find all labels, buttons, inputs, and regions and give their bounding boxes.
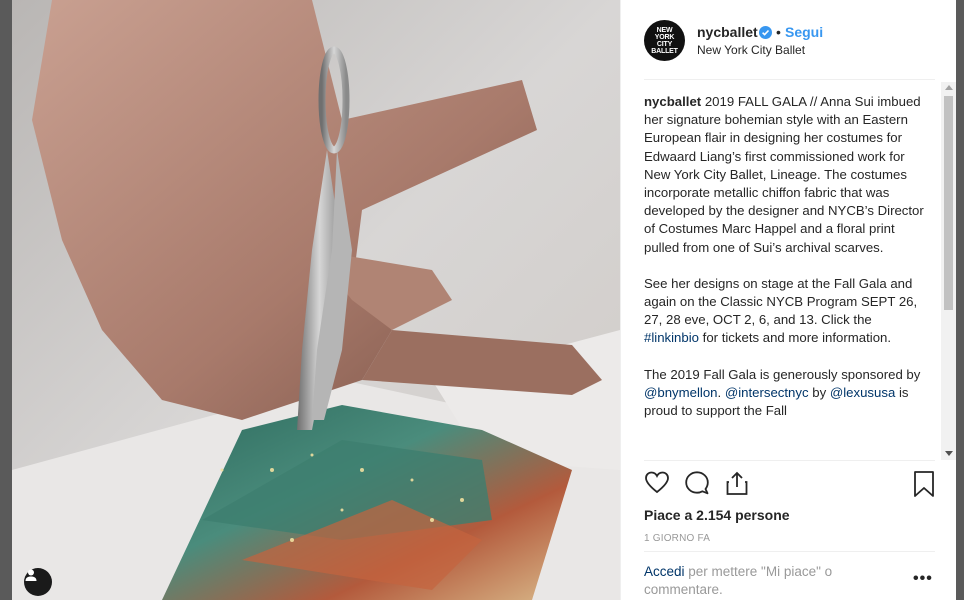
more-options-button[interactable]: •••: [913, 570, 933, 588]
mention-link[interactable]: @intersectnyc: [725, 385, 809, 400]
caption-text: 2019 FALL GALA // Anna Sui imbued her si…: [644, 94, 924, 255]
caption-text: for tickets and more information.: [699, 330, 892, 346]
avatar[interactable]: NEW YORK CITY BALLET: [644, 20, 685, 61]
caption: nycballet 2019 FALL GALA // Anna Sui imb…: [644, 93, 924, 420]
bookmark-icon[interactable]: [912, 470, 936, 503]
mention-link[interactable]: @lexususa: [830, 385, 895, 400]
overlay-backdrop[interactable]: [956, 0, 964, 600]
divider: [644, 551, 935, 552]
avatar-logo-text: NEW YORK CITY BALLET: [651, 26, 678, 55]
mention-link[interactable]: @bnymellon: [644, 385, 718, 400]
photo-scene: [12, 0, 620, 600]
scrollbar[interactable]: [941, 82, 956, 460]
verified-badge-icon: [759, 26, 772, 44]
divider: [644, 79, 935, 80]
share-icon[interactable]: [724, 470, 750, 501]
separator-dot: •: [776, 24, 781, 40]
post-header: NEW YORK CITY BALLET nycballet • Segui N…: [621, 0, 956, 80]
follow-button[interactable]: Segui: [785, 24, 823, 40]
caption-text: See her designs on stage at the Fall Gal…: [644, 275, 918, 328]
action-bar: [644, 470, 939, 502]
hashtag-link[interactable]: #linkinbio: [644, 330, 699, 345]
caption-text: by: [808, 384, 830, 400]
caption-username[interactable]: nycballet: [644, 94, 701, 109]
comment-icon[interactable]: [684, 470, 710, 501]
scrollbar-thumb[interactable]: [944, 96, 953, 310]
caption-text: .: [717, 384, 725, 400]
caption-text: The 2019 Fall Gala is generously sponsor…: [644, 366, 921, 382]
post-timestamp[interactable]: 1 GIORNO FA: [644, 533, 710, 544]
username-link[interactable]: nycballet: [697, 24, 758, 40]
heart-icon[interactable]: [644, 470, 670, 501]
login-link[interactable]: Accedi: [644, 564, 685, 579]
login-prompt: Accedi per mettere "Mi piace" o commenta…: [644, 563, 884, 599]
post-side-panel: NEW YORK CITY BALLET nycballet • Segui N…: [620, 0, 956, 600]
scroll-up-arrow-icon[interactable]: [945, 85, 953, 90]
user-icon[interactable]: [24, 568, 52, 596]
scroll-down-arrow-icon[interactable]: [945, 451, 953, 456]
caption-scroll-area[interactable]: nycballet 2019 FALL GALA // Anna Sui imb…: [644, 93, 924, 459]
post-photo[interactable]: [12, 0, 620, 600]
likes-count[interactable]: Piace a 2.154 persone: [644, 507, 790, 523]
profile-full-name: New York City Ballet: [697, 43, 806, 57]
divider: [644, 460, 935, 461]
